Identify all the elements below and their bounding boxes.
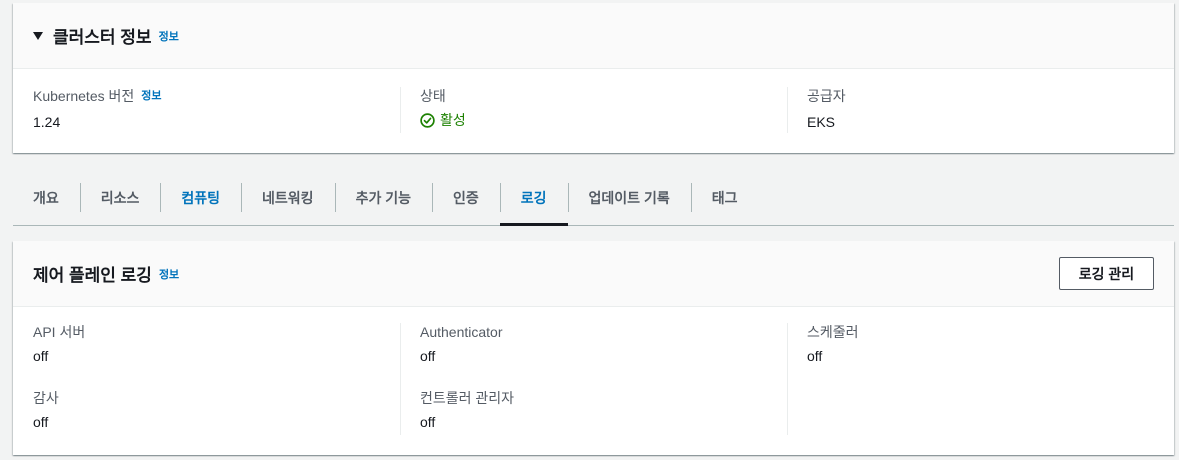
manage-logging-button[interactable]: 로깅 관리 bbox=[1059, 257, 1154, 290]
tab-logging[interactable]: 로깅 bbox=[499, 170, 568, 226]
kubernetes-version-info-link[interactable]: 정보 bbox=[141, 87, 161, 105]
scheduler-value: off bbox=[807, 348, 823, 364]
tab-overview[interactable]: 개요 bbox=[13, 170, 80, 225]
provider-label: 공급자 bbox=[807, 88, 846, 104]
tab-tags[interactable]: 태그 bbox=[690, 170, 759, 225]
collapse-caret-icon[interactable] bbox=[33, 31, 43, 40]
cluster-info-info-link[interactable]: 정보 bbox=[159, 28, 179, 44]
log-item-authenticator: Authenticator off bbox=[420, 323, 767, 389]
field-provider: 공급자 EKS bbox=[787, 87, 1174, 133]
control-plane-logging-title: 제어 플레인 로깅 bbox=[33, 266, 152, 285]
api-server-value: off bbox=[33, 348, 49, 364]
provider-value: EKS bbox=[807, 114, 836, 130]
api-server-label: API 서버 bbox=[33, 324, 86, 340]
log-item-controller-manager: 컨트롤러 관리자 off bbox=[420, 389, 767, 455]
log-item-api-server: API 서버 off bbox=[33, 323, 380, 389]
logging-column-1: API 서버 off 감사 off bbox=[13, 323, 400, 455]
logging-fields: API 서버 off 감사 off Authenticator off 컨트롤러… bbox=[13, 307, 1174, 455]
authenticator-label: Authenticator bbox=[420, 324, 503, 340]
status-label: 상태 bbox=[420, 88, 446, 104]
kubernetes-version-label: Kubernetes 버전 bbox=[33, 88, 135, 104]
cluster-info-fields: Kubernetes 버전 정보 1.24 상태 활성 공급자 EKS bbox=[13, 69, 1174, 133]
cluster-info-header: 클러스터 정보 정보 bbox=[13, 3, 1174, 69]
tab-resources[interactable]: 리소스 bbox=[79, 170, 161, 225]
scheduler-label: 스케줄러 bbox=[807, 324, 859, 340]
controller-manager-label: 컨트롤러 관리자 bbox=[420, 390, 515, 406]
status-text: 활성 bbox=[440, 112, 466, 128]
tab-networking[interactable]: 네트워킹 bbox=[241, 170, 335, 225]
field-kubernetes-version: Kubernetes 버전 정보 1.24 bbox=[13, 87, 400, 131]
field-status: 상태 활성 bbox=[400, 87, 787, 133]
status-value: 활성 bbox=[420, 111, 767, 129]
logging-column-2: Authenticator off 컨트롤러 관리자 off bbox=[400, 323, 787, 455]
controller-manager-value: off bbox=[420, 414, 436, 430]
cluster-info-card: 클러스터 정보 정보 Kubernetes 버전 정보 1.24 상태 활성 공… bbox=[13, 3, 1174, 153]
log-item-scheduler: 스케줄러 off bbox=[807, 323, 1154, 389]
kubernetes-version-value: 1.24 bbox=[33, 114, 61, 130]
status-ok-icon bbox=[420, 112, 435, 128]
control-plane-logging-header: 제어 플레인 로깅 정보 로깅 관리 bbox=[13, 241, 1174, 307]
cluster-info-title: 클러스터 정보 bbox=[53, 28, 152, 47]
tab-update-history[interactable]: 업데이트 기록 bbox=[567, 170, 691, 225]
tab-compute[interactable]: 컴퓨팅 bbox=[160, 170, 241, 225]
log-item-audit: 감사 off bbox=[33, 389, 380, 455]
authenticator-value: off bbox=[420, 348, 436, 364]
audit-value: off bbox=[33, 414, 49, 430]
cluster-tabs: 개요 리소스 컴퓨팅 네트워킹 추가 기능 인증 로깅 업데이트 기록 태그 bbox=[13, 170, 1174, 226]
logging-column-3: 스케줄러 off bbox=[787, 323, 1174, 455]
tab-authentication[interactable]: 인증 bbox=[432, 170, 500, 225]
tab-add-ons[interactable]: 추가 기능 bbox=[334, 170, 432, 225]
control-plane-logging-card: 제어 플레인 로깅 정보 로깅 관리 API 서버 off 감사 off Aut… bbox=[13, 241, 1174, 455]
audit-label: 감사 bbox=[33, 390, 59, 406]
control-plane-logging-info-link[interactable]: 정보 bbox=[159, 266, 179, 282]
